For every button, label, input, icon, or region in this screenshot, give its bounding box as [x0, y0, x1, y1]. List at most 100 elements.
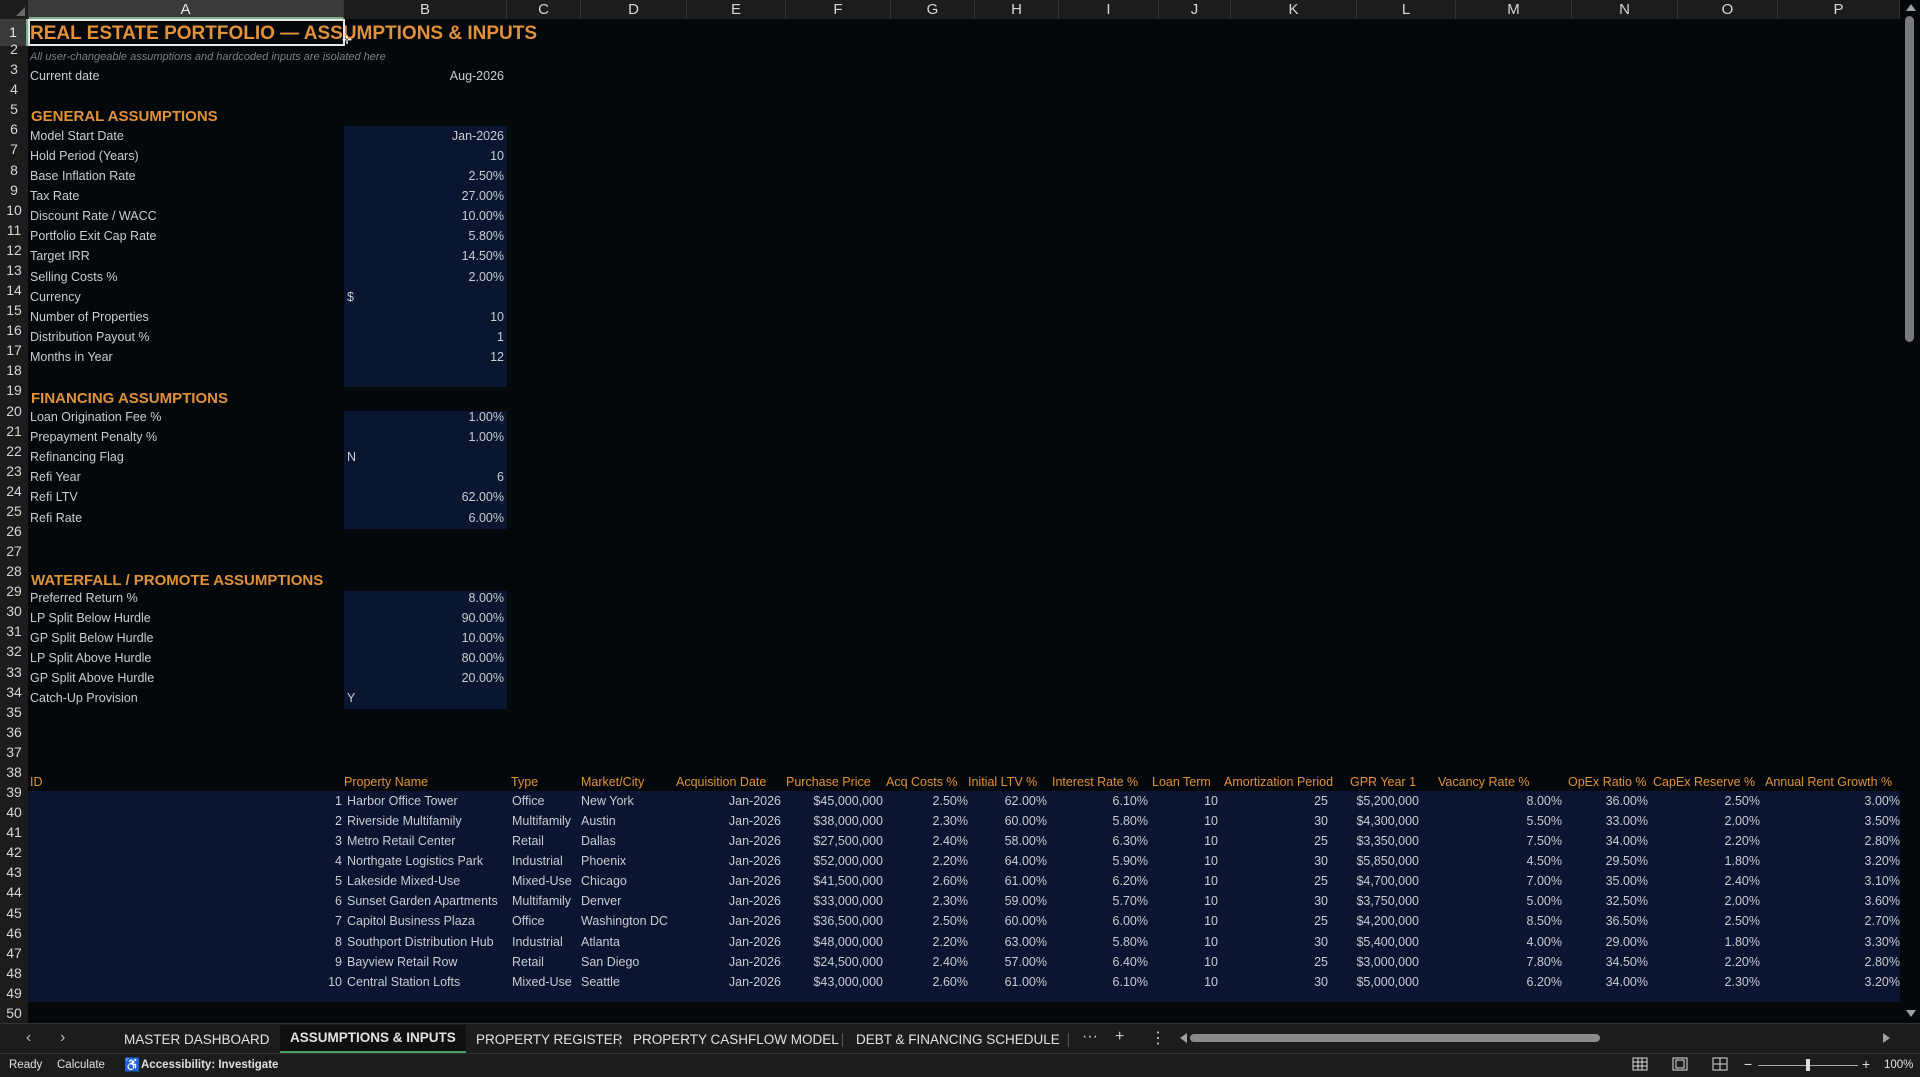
- row-header-6[interactable]: 6: [0, 119, 28, 139]
- row-header-3[interactable]: 3: [0, 59, 28, 79]
- general-value[interactable]: 27.00%: [344, 186, 504, 206]
- row-header-30[interactable]: 30: [0, 601, 28, 621]
- register-cell[interactable]: 10: [1098, 791, 1218, 811]
- row-header-9[interactable]: 9: [0, 180, 28, 200]
- register-cell[interactable]: Denver: [581, 891, 621, 911]
- waterfall-value[interactable]: 20.00%: [344, 668, 504, 688]
- register-cell[interactable]: 10: [1098, 831, 1218, 851]
- column-header-l[interactable]: L: [1357, 0, 1456, 19]
- more-sheets-icon[interactable]: ···: [1082, 1028, 1098, 1046]
- vertical-scroll-thumb[interactable]: [1905, 16, 1914, 342]
- column-header-k[interactable]: K: [1231, 0, 1357, 19]
- register-cell[interactable]: Southport Distribution Hub: [347, 932, 494, 952]
- general-value[interactable]: 12: [344, 347, 504, 367]
- register-cell[interactable]: $3,350,000: [1299, 831, 1419, 851]
- row-header-50[interactable]: 50: [0, 1003, 28, 1023]
- scroll-right-icon[interactable]: [1883, 1033, 1890, 1043]
- row-header-34[interactable]: 34: [0, 682, 28, 702]
- register-cell[interactable]: San Diego: [581, 952, 639, 972]
- register-cell[interactable]: 2: [222, 811, 342, 831]
- register-cell[interactable]: Washington DC: [581, 911, 668, 931]
- register-cell[interactable]: 5: [222, 871, 342, 891]
- register-cell[interactable]: 3.20%: [1780, 851, 1900, 871]
- row-header-4[interactable]: 4: [0, 79, 28, 99]
- column-header-n[interactable]: N: [1572, 0, 1678, 19]
- column-header-f[interactable]: F: [786, 0, 891, 19]
- sheet-tab[interactable]: PROPERTY REGISTER: [466, 1029, 633, 1051]
- register-cell[interactable]: 10: [1098, 932, 1218, 952]
- row-header-42[interactable]: 42: [0, 842, 28, 862]
- column-header-c[interactable]: C: [507, 0, 581, 19]
- sheet-tab[interactable]: ASSUMPTIONS & INPUTS: [280, 1025, 466, 1054]
- row-header-45[interactable]: 45: [0, 903, 28, 923]
- waterfall-value[interactable]: 10.00%: [344, 628, 504, 648]
- register-cell[interactable]: 2.20%: [1640, 831, 1760, 851]
- row-header-40[interactable]: 40: [0, 802, 28, 822]
- row-header-47[interactable]: 47: [0, 943, 28, 963]
- row-header-31[interactable]: 31: [0, 621, 28, 641]
- column-header-i[interactable]: I: [1059, 0, 1159, 19]
- row-header-17[interactable]: 17: [0, 340, 28, 360]
- horizontal-scroll-thumb[interactable]: [1190, 1034, 1600, 1042]
- column-header-j[interactable]: J: [1159, 0, 1231, 19]
- zoom-level[interactable]: 100%: [1884, 1059, 1913, 1071]
- row-header-48[interactable]: 48: [0, 963, 28, 983]
- sheet-tab[interactable]: PROPERTY CASHFLOW MODEL: [623, 1029, 849, 1051]
- general-value[interactable]: 10: [344, 307, 504, 327]
- row-header-38[interactable]: 38: [0, 762, 28, 782]
- general-value[interactable]: 10: [344, 146, 504, 166]
- financing-value[interactable]: 1.00%: [344, 407, 504, 427]
- row-header-21[interactable]: 21: [0, 421, 28, 441]
- page-layout-icon[interactable]: [1672, 1057, 1688, 1071]
- register-cell[interactable]: Multifamily: [512, 811, 571, 831]
- add-sheet-icon[interactable]: +: [1115, 1028, 1124, 1046]
- accessibility-icon[interactable]: ♿: [124, 1057, 140, 1073]
- row-header-8[interactable]: 8: [0, 160, 28, 180]
- row-header-2[interactable]: 2: [0, 39, 28, 59]
- zoom-out-icon[interactable]: −: [1744, 1056, 1752, 1072]
- general-value[interactable]: 5.80%: [344, 226, 504, 246]
- page-break-icon[interactable]: [1712, 1057, 1728, 1071]
- register-cell[interactable]: 10: [222, 972, 342, 992]
- register-cell[interactable]: New York: [581, 791, 634, 811]
- general-value[interactable]: 14.50%: [344, 246, 504, 266]
- normal-view-icon[interactable]: [1632, 1057, 1648, 1071]
- register-cell[interactable]: $4,300,000: [1299, 811, 1419, 831]
- register-cell[interactable]: Northgate Logistics Park: [347, 851, 483, 871]
- register-cell[interactable]: Retail: [512, 952, 544, 972]
- row-header-26[interactable]: 26: [0, 521, 28, 541]
- register-cell[interactable]: 8: [222, 932, 342, 952]
- general-value[interactable]: 2.50%: [344, 166, 504, 186]
- row-header-23[interactable]: 23: [0, 461, 28, 481]
- register-cell[interactable]: 29.50%: [1528, 851, 1648, 871]
- register-cell[interactable]: Lakeside Mixed-Use: [347, 871, 460, 891]
- register-cell[interactable]: Mixed-Use: [512, 972, 572, 992]
- row-header-28[interactable]: 28: [0, 561, 28, 581]
- vertical-scrollbar[interactable]: [1900, 0, 1920, 1023]
- row-header-19[interactable]: 19: [0, 380, 28, 400]
- row-header-22[interactable]: 22: [0, 441, 28, 461]
- row-header-16[interactable]: 16: [0, 320, 28, 340]
- row-header-37[interactable]: 37: [0, 742, 28, 762]
- register-cell[interactable]: $4,200,000: [1299, 911, 1419, 931]
- row-header-10[interactable]: 10: [0, 200, 28, 220]
- waterfall-value[interactable]: 90.00%: [344, 608, 504, 628]
- register-cell[interactable]: Office: [512, 911, 544, 931]
- register-cell[interactable]: Seattle: [581, 972, 620, 992]
- register-cell[interactable]: 2.50%: [1640, 791, 1760, 811]
- register-cell[interactable]: Austin: [581, 811, 616, 831]
- column-header-d[interactable]: D: [581, 0, 687, 19]
- row-header-14[interactable]: 14: [0, 280, 28, 300]
- row-header-43[interactable]: 43: [0, 862, 28, 882]
- register-cell[interactable]: Industrial: [512, 851, 563, 871]
- row-header-27[interactable]: 27: [0, 541, 28, 561]
- register-cell[interactable]: 34.50%: [1528, 952, 1648, 972]
- waterfall-value[interactable]: 8.00%: [344, 588, 504, 608]
- register-cell[interactable]: 3.50%: [1780, 811, 1900, 831]
- register-cell[interactable]: 2.70%: [1780, 911, 1900, 931]
- accessibility-status[interactable]: Accessibility: Investigate: [141, 1059, 278, 1071]
- general-value[interactable]: 1: [344, 327, 504, 347]
- column-header-b[interactable]: B: [344, 0, 507, 19]
- row-header-36[interactable]: 36: [0, 722, 28, 742]
- register-cell[interactable]: 3.10%: [1780, 871, 1900, 891]
